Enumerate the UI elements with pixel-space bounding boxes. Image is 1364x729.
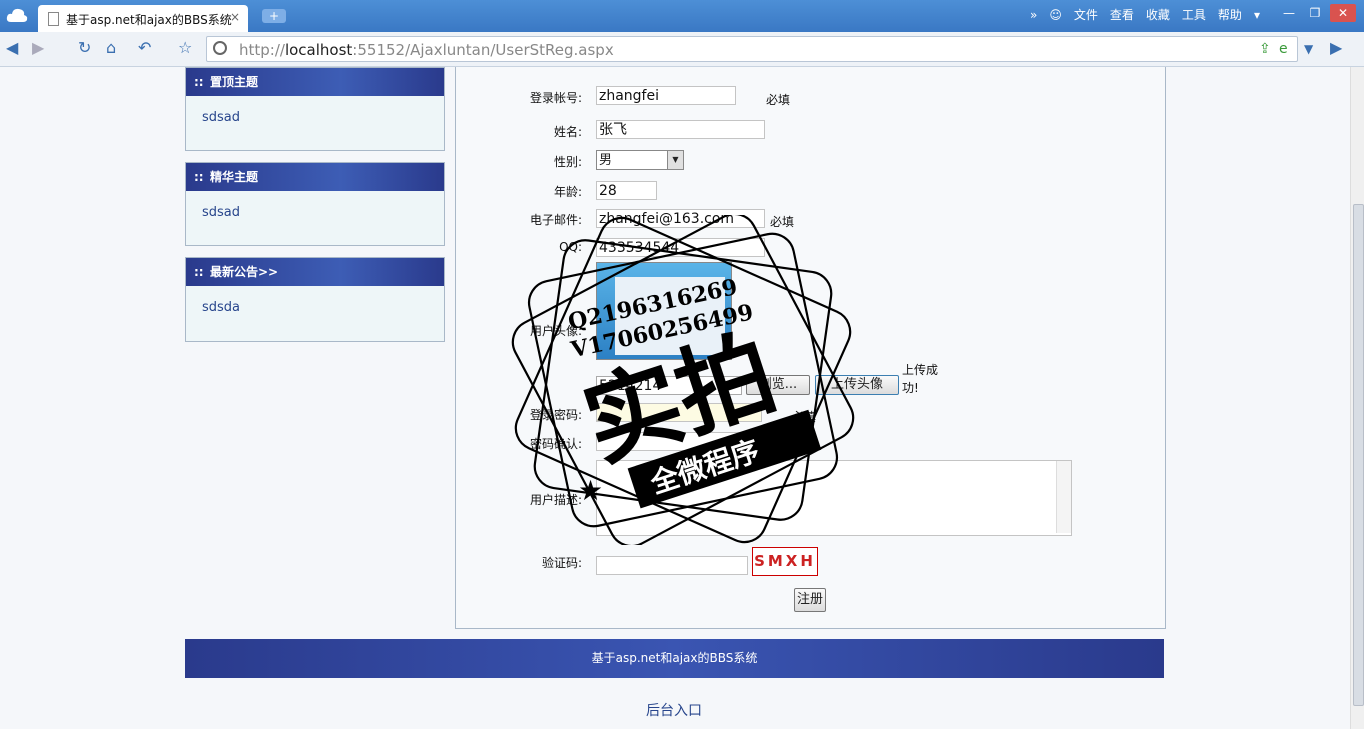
browser-logo-icon — [6, 8, 28, 22]
confirm-password-input[interactable] — [596, 432, 762, 451]
required-note: 必填 — [792, 410, 817, 424]
share-icon[interactable]: ⇪ — [1259, 41, 1271, 57]
back-icon[interactable]: ◀ — [6, 38, 18, 57]
box-item[interactable]: sdsda — [186, 286, 444, 329]
ie-mode-icon[interactable]: e — [1279, 41, 1288, 57]
menu-file[interactable]: 文件 — [1074, 6, 1098, 23]
avatar-preview — [596, 262, 732, 360]
favorite-star-icon[interactable]: ☆ — [178, 38, 192, 57]
upload-status: 上传成功! — [902, 363, 939, 395]
confirm-password-label: 密码确认: — [529, 437, 582, 451]
password-input[interactable] — [596, 403, 762, 422]
qq-input[interactable]: 433534544 — [596, 238, 765, 257]
user-icon[interactable]: ☺ — [1049, 8, 1062, 22]
required-note: 必填 — [792, 439, 817, 453]
browser-tab[interactable]: 基于asp.net和ajax的BBS系统 × — [38, 5, 248, 32]
url-text: http://localhost:55152/Ajaxluntan/UserSt… — [239, 41, 614, 59]
gender-select[interactable]: 男 ▼ — [596, 150, 684, 170]
name-label: 姓名: — [553, 125, 582, 139]
home-icon[interactable]: ⌂ — [106, 38, 116, 57]
dropdown-icon[interactable]: ▼ — [1304, 42, 1313, 56]
browser-tab-bar: 基于asp.net和ajax的BBS系统 × + » ☺ 文件 查看 收藏 工具… — [0, 0, 1364, 32]
box-title[interactable]: 最新公告>> — [186, 258, 444, 286]
required-note: 必填 — [770, 215, 795, 229]
menu-help[interactable]: 帮助 — [1218, 6, 1242, 23]
description-textarea[interactable] — [596, 460, 1072, 536]
more-icon[interactable]: » — [1030, 8, 1037, 22]
name-input[interactable]: 张飞 — [596, 120, 765, 139]
password-label: 登录密码: — [529, 408, 582, 422]
avatar-label: 用户头像: — [529, 324, 582, 338]
menu-tools[interactable]: 工具 — [1182, 6, 1206, 23]
box-title: 置顶主题 — [186, 68, 444, 96]
browser-nav-bar: ◀ ▶ ↻ ⌂ ↶ ☆ http://localhost:55152/Ajaxl… — [0, 32, 1364, 67]
upload-avatar-button[interactable]: 上传头像 — [815, 375, 899, 395]
minimize-icon[interactable]: — — [1278, 4, 1300, 22]
email-input[interactable]: zhangfei@163.com — [596, 209, 765, 228]
box-title: 精华主题 — [186, 163, 444, 191]
sidebar-box-featured: 精华主题 sdsad — [185, 162, 445, 246]
registration-panel — [455, 67, 1166, 629]
age-label: 年龄: — [553, 185, 582, 199]
refresh-icon[interactable]: ↻ — [78, 38, 91, 57]
account-input[interactable]: zhangfei — [596, 86, 736, 105]
new-tab-button[interactable]: + — [262, 9, 286, 23]
tab-title: 基于asp.net和ajax的BBS系统 — [66, 13, 232, 27]
page-scrollbar[interactable] — [1350, 67, 1364, 729]
avatar-image — [615, 277, 725, 355]
age-input[interactable]: 28 — [596, 181, 657, 200]
forward-icon[interactable]: ▶ — [32, 38, 44, 57]
gender-label: 性别: — [553, 155, 582, 169]
register-button[interactable]: 注册 — [794, 588, 826, 612]
admin-entry-link[interactable]: 后台入口 — [646, 700, 702, 720]
sidebar-box-pinned: 置顶主题 sdsad — [185, 67, 445, 151]
captcha-label: 验证码: — [541, 556, 582, 570]
go-icon[interactable]: ▶ — [1330, 38, 1342, 57]
site-footer: 基于asp.net和ajax的BBS系统 — [185, 639, 1164, 678]
page-icon — [48, 12, 59, 26]
window-controls: — ❐ ✕ — [1278, 4, 1356, 22]
captcha-image[interactable]: SMXH — [752, 547, 818, 576]
tab-close-icon[interactable]: × — [230, 10, 240, 24]
menu-favorites[interactable]: 收藏 — [1146, 6, 1170, 23]
address-bar[interactable]: http://localhost:55152/Ajaxluntan/UserSt… — [206, 36, 1298, 62]
menu-view[interactable]: 查看 — [1110, 6, 1134, 23]
captcha-input[interactable] — [596, 556, 748, 575]
email-label: 电子邮件: — [529, 213, 582, 227]
required-note: 必填 — [766, 93, 791, 107]
textarea-scrollbar[interactable] — [1056, 461, 1071, 533]
box-item[interactable]: sdsad — [186, 96, 444, 139]
box-item[interactable]: sdsad — [186, 191, 444, 234]
browser-menu: » ☺ 文件 查看 收藏 工具 帮助 ▾ — [1030, 6, 1260, 23]
sidebar-box-announcement: 最新公告>> sdsda — [185, 257, 445, 342]
maximize-icon[interactable]: ❐ — [1304, 4, 1326, 22]
scrollbar-thumb[interactable] — [1353, 204, 1364, 706]
security-shield-icon — [213, 41, 227, 55]
account-label: 登录帐号: — [529, 91, 582, 105]
browse-button[interactable]: 浏览... — [746, 375, 810, 395]
description-label: 用户描述: — [529, 493, 582, 507]
skin-icon[interactable]: ▾ — [1254, 8, 1260, 22]
qq-label: QQ: — [559, 240, 582, 254]
close-window-icon[interactable]: ✕ — [1330, 4, 1356, 22]
undo-icon[interactable]: ↶ — [138, 38, 151, 57]
chevron-down-icon: ▼ — [667, 151, 683, 169]
file-path-input[interactable]: 5214214 — [596, 376, 742, 395]
